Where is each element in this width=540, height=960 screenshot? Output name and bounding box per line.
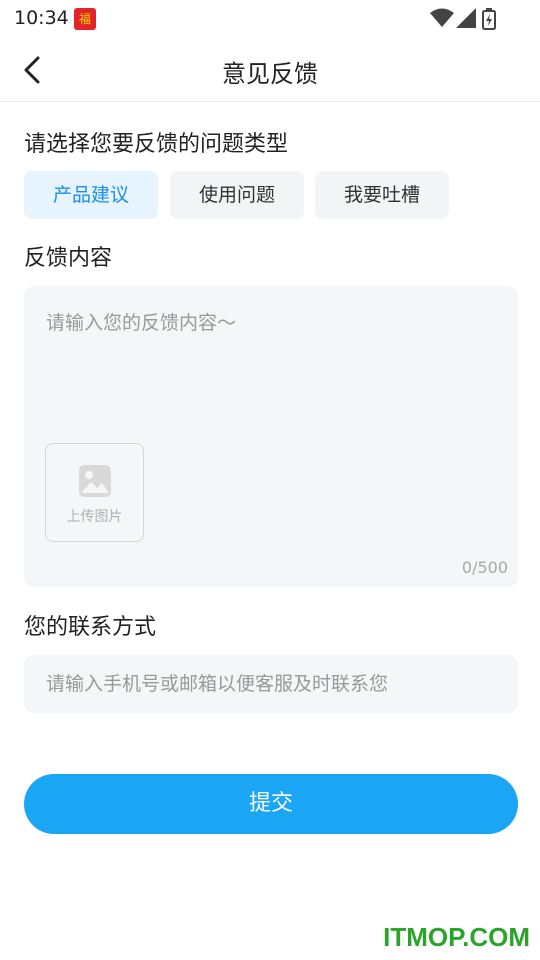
feedback-content-placeholder: 请输入您的反馈内容～ bbox=[46, 312, 237, 334]
battery-charging-icon bbox=[482, 8, 496, 30]
watermark-logo: ITMOP.COM bbox=[383, 922, 530, 952]
feedback-type-option-complaint[interactable]: 我要吐槽 bbox=[315, 171, 449, 219]
feedback-type-option-usage-issue[interactable]: 使用问题 bbox=[170, 171, 304, 219]
contact-label: 您的联系方式 bbox=[24, 615, 157, 640]
feedback-content-textarea[interactable]: 请输入您的反馈内容～ 上传图片 0/500 bbox=[24, 286, 518, 587]
wifi-icon bbox=[430, 8, 454, 27]
upload-image-label: 上传图片 bbox=[66, 509, 123, 525]
status-bar: 10:34 福 bbox=[0, 0, 540, 38]
feedback-type-label: 请选择您要反馈的问题类型 bbox=[24, 132, 289, 157]
char-count: 0/500 bbox=[461, 558, 508, 577]
signal-icon bbox=[456, 8, 476, 28]
upload-image-button[interactable]: 上传图片 bbox=[45, 443, 144, 542]
image-icon bbox=[79, 465, 111, 497]
status-time: 10:34 bbox=[14, 7, 69, 29]
nav-bar: 意见反馈 bbox=[0, 38, 540, 102]
submit-button[interactable]: 提交 bbox=[24, 774, 518, 834]
red-envelope-app-icon: 福 bbox=[74, 8, 96, 30]
feedback-content-label: 反馈内容 bbox=[24, 246, 113, 271]
feedback-type-option-suggestion[interactable]: 产品建议 bbox=[24, 171, 158, 219]
status-icons bbox=[430, 8, 500, 30]
page-title: 意见反馈 bbox=[222, 60, 318, 88]
contact-input[interactable] bbox=[24, 655, 518, 713]
